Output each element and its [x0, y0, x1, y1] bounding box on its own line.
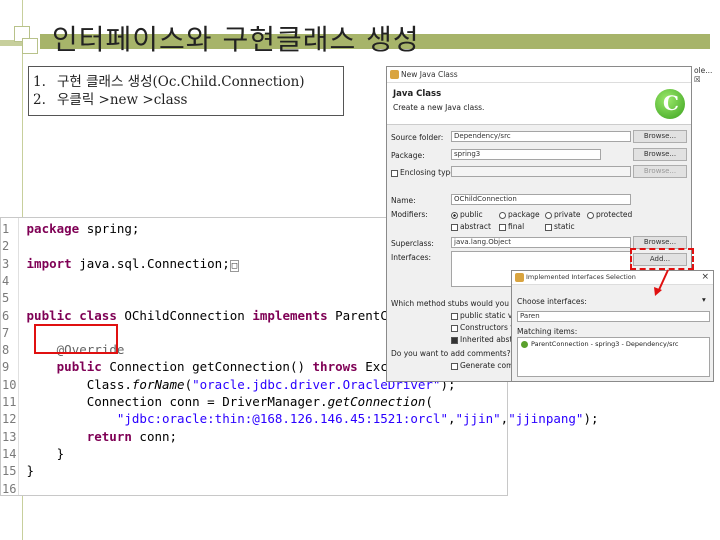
- source-folder-label: Source folder:: [391, 133, 444, 142]
- chevron-down-icon[interactable]: ▾: [702, 295, 706, 304]
- line-number: 3: [2, 256, 10, 271]
- list-item[interactable]: ParentConnection - spring3 - Dependency/…: [521, 340, 679, 348]
- step-2: 2. 우클릭 >new >class: [33, 92, 188, 108]
- slide: 인터페이스와 구현클래스 생성 1. 구현 클래스 생성(Oc.Child.Con…: [0, 0, 720, 540]
- line-number: 7: [2, 325, 10, 340]
- modifiers-label: Modifiers:: [391, 210, 428, 219]
- superclass-field[interactable]: java.lang.Object: [451, 237, 631, 248]
- dialog-header: Java Class Create a new Java class. C: [387, 83, 691, 125]
- package-browse-button[interactable]: Browse...: [633, 148, 687, 161]
- code-line[interactable]: 15 }: [1, 462, 507, 481]
- modifier-final[interactable]: final: [499, 222, 524, 231]
- name-field[interactable]: OChildConnection: [451, 194, 631, 205]
- line-number: 10: [2, 377, 17, 392]
- line-number: 4: [2, 273, 10, 288]
- decorative-square: [22, 38, 38, 54]
- code-text: import java.sql.Connection; □: [26, 255, 240, 272]
- name-label: Name:: [391, 196, 416, 205]
- source-folder-browse-button[interactable]: Browse...: [633, 130, 687, 143]
- override-highlight: [34, 324, 118, 354]
- class-logo-icon: C: [655, 89, 685, 119]
- interface-icon: [521, 340, 528, 348]
- enclosing-checkbox[interactable]: [391, 169, 398, 177]
- comments-question: Do you want to add comments?: [391, 349, 511, 358]
- slide-title: 인터페이스와 구현클래스 생성: [52, 23, 420, 56]
- add-button-highlight: [630, 248, 694, 270]
- interface-selection-dialog[interactable]: Implemented Interfaces Selection × Choos…: [511, 270, 714, 382]
- line-number: 16: [2, 481, 17, 496]
- interface-filter-input[interactable]: Paren: [517, 311, 710, 322]
- code-text: }: [19, 445, 65, 461]
- enclosing-field[interactable]: [451, 166, 631, 177]
- source-folder-field[interactable]: Dependency/src: [451, 131, 631, 142]
- interfaces-label: Interfaces:: [391, 253, 432, 262]
- code-line[interactable]: 14 }: [1, 445, 507, 464]
- modifier-package[interactable]: package: [499, 210, 540, 219]
- modifier-abstract[interactable]: abstract: [451, 222, 491, 231]
- code-text: package spring;: [26, 221, 140, 236]
- modifier-protected[interactable]: protected: [587, 210, 632, 219]
- steps-box: 1. 구현 클래스 생성(Oc.Child.Connection) 2. 우클릭 >…: [28, 66, 344, 116]
- code-text: public Connection getConnection() throws…: [56, 359, 448, 375]
- package-label: Package:: [391, 151, 425, 160]
- matching-items-list[interactable]: ParentConnection - spring3 - Dependency/…: [517, 337, 710, 377]
- modifier-public[interactable]: public: [451, 210, 483, 219]
- code-text: Connection conn = DriverManager.getConne…: [19, 394, 433, 409]
- code-text: "jdbc:oracle:thin:@168.126.146.45:1521:o…: [116, 411, 599, 427]
- close-icon[interactable]: ×: [701, 272, 709, 282]
- line-number: 8: [2, 343, 10, 358]
- line-number: 14: [2, 446, 17, 461]
- line-number: 11: [2, 395, 17, 409]
- code-text: return conn;: [86, 428, 178, 444]
- dialog-titlebar: New Java Class: [387, 67, 691, 83]
- header-title: Java Class: [393, 89, 442, 99]
- code-line[interactable]: 12 "jdbc:oracle:thin:@168.126.146.45:152…: [1, 410, 599, 429]
- code-line[interactable]: 16: [1, 480, 507, 499]
- dialog2-icon: [515, 273, 524, 282]
- dialog2-title: Implemented Interfaces Selection: [526, 273, 636, 281]
- line-number: 13: [2, 429, 17, 444]
- header-desc: Create a new Java class.: [393, 103, 485, 112]
- java-class-icon: [390, 70, 399, 79]
- superclass-label: Superclass:: [391, 239, 434, 248]
- step-1: 1. 구현 클래스 생성(Oc.Child.Connection): [33, 74, 305, 90]
- line-number: 1: [2, 222, 10, 236]
- code-text: }: [19, 463, 35, 479]
- code-line[interactable]: 11 Connection conn = DriverManager.getCo…: [1, 393, 507, 412]
- line-number: 6: [2, 308, 10, 323]
- matching-items-label: Matching items:: [517, 327, 578, 336]
- modifier-static[interactable]: static: [545, 222, 575, 231]
- line-number: 5: [2, 291, 10, 306]
- line-number: 12: [2, 412, 17, 427]
- background-window-edge: ole... ☒: [694, 66, 713, 84]
- line-number: 2: [2, 239, 10, 254]
- dialog2-titlebar: Implemented Interfaces Selection ×: [512, 271, 713, 285]
- modifier-private[interactable]: private: [545, 210, 581, 219]
- dialog-title: New Java Class: [401, 70, 458, 79]
- enclosing-browse-button[interactable]: Browse...: [633, 165, 687, 178]
- package-field[interactable]: spring3: [451, 149, 601, 160]
- line-number: 15: [2, 464, 17, 479]
- choose-interfaces-label: Choose interfaces:: [517, 297, 587, 306]
- code-line[interactable]: 13 return conn;: [1, 428, 507, 447]
- line-number: 9: [2, 360, 10, 375]
- enclosing-type-row[interactable]: Enclosing type:: [391, 168, 457, 177]
